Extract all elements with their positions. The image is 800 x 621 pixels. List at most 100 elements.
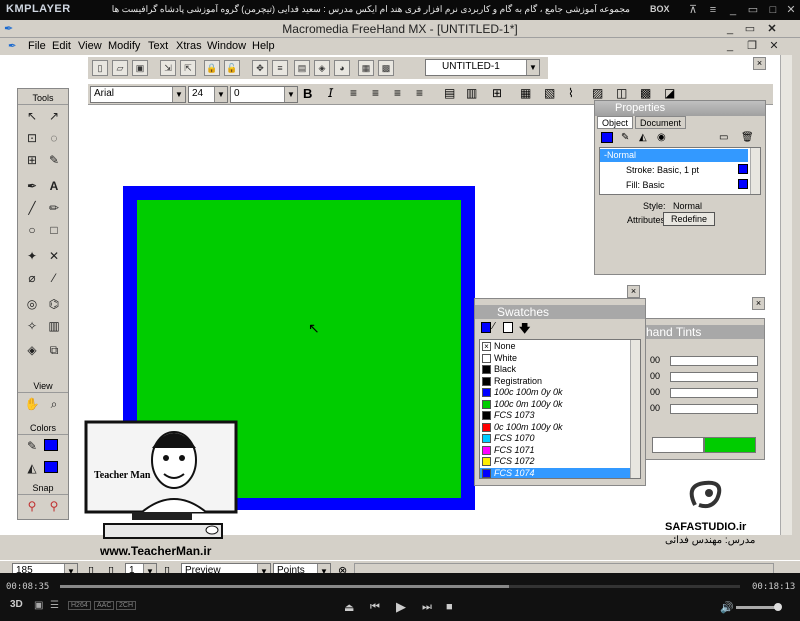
freeform-tool-icon[interactable]: ⁄	[44, 269, 64, 287]
add-effect-icon[interactable]: ◉	[657, 132, 666, 143]
lasso-tool-icon[interactable]: ◌	[44, 129, 64, 147]
menu-xtras[interactable]: Xtras	[176, 40, 202, 52]
menu-text[interactable]: Text	[148, 40, 168, 52]
zoom-tool-icon[interactable]: ⌕	[44, 395, 64, 413]
redefine-button[interactable]: Redefine	[663, 212, 715, 226]
volume-thumb[interactable]	[774, 603, 782, 611]
swatch-item[interactable]: × None	[480, 341, 630, 353]
player-restore-icon[interactable]: ▭	[746, 3, 760, 17]
justify-icon[interactable]: ≡	[416, 86, 423, 100]
xtra-tool-icon[interactable]: ✦	[22, 247, 42, 265]
mirror-tool-icon[interactable]: ✕	[44, 247, 64, 265]
scale-tool-icon[interactable]: ⊞	[22, 151, 42, 169]
chart-tool-icon[interactable]: ▥	[44, 317, 64, 335]
subselect-tool-icon[interactable]: ↗	[44, 107, 64, 125]
player-menu-icon[interactable]: ≡	[706, 3, 720, 17]
text-flow-icon[interactable]: ▤	[444, 86, 455, 100]
swatch-both-icon[interactable]	[503, 322, 513, 333]
swatch-item[interactable]: FCS 1073	[480, 410, 630, 422]
properties-title[interactable]: Properties	[595, 101, 765, 116]
lock-icon[interactable]: 🔒	[204, 60, 220, 76]
properties-close-icon[interactable]: ×	[753, 57, 766, 70]
add-stroke-icon[interactable]: ✎	[621, 132, 629, 143]
transform-icon[interactable]: ✥	[252, 60, 268, 76]
frame-icon[interactable]: ▨	[592, 86, 603, 100]
align-center-icon[interactable]: ≡	[372, 86, 379, 100]
close-icon[interactable]: ✕	[764, 22, 780, 36]
convert-text-icon[interactable]: ⊞	[492, 86, 502, 100]
bullet-icon[interactable]: ▦	[520, 86, 531, 100]
swatch-item[interactable]: FCS 1070	[480, 433, 630, 445]
swatches-icon[interactable]: ▩	[378, 60, 394, 76]
swatches-title[interactable]: Swatches	[475, 305, 645, 319]
lens-icon[interactable]: ◪	[664, 86, 675, 100]
maximize-icon[interactable]: ▭	[742, 22, 758, 36]
eject-icon[interactable]: ⏏	[344, 601, 354, 614]
page-tool-icon[interactable]: ⊡	[22, 129, 42, 147]
swatch-item[interactable]: 100c 100m 0y 0k	[480, 387, 630, 399]
knife-tool-icon[interactable]: ⌀	[22, 269, 42, 287]
styles-icon[interactable]: ◈	[314, 60, 330, 76]
seek-bar[interactable]	[60, 585, 740, 588]
connector-tool-icon[interactable]: ⧉	[44, 341, 64, 359]
properties-row-normal[interactable]: -Normal	[600, 149, 748, 162]
open-icon[interactable]: ▱	[112, 60, 128, 76]
snap-guide-icon[interactable]: ⚲	[44, 497, 64, 515]
player-maximize-icon[interactable]: □	[766, 3, 780, 17]
trace-tool-icon[interactable]: ◈	[22, 341, 42, 359]
layers-icon[interactable]: ▦	[358, 60, 374, 76]
swatch-item[interactable]: 0c 100m 100y 0k	[480, 422, 630, 434]
menu-help[interactable]: Help	[252, 40, 275, 52]
tint-base-swatch[interactable]	[652, 437, 704, 453]
spiral-tool-icon[interactable]: ◎	[22, 295, 42, 313]
swatch-stroke-icon[interactable]: ⁄	[493, 321, 495, 332]
swatch-item[interactable]: FCS 1074	[480, 467, 630, 478]
tint-slider-1[interactable]	[670, 356, 758, 366]
envelope-icon[interactable]: ▩	[640, 86, 651, 100]
add-fill-icon[interactable]: ◭	[639, 132, 647, 143]
graphic-hose-icon[interactable]: ⌬	[44, 295, 64, 313]
smudge-tool-icon[interactable]: ✧	[22, 317, 42, 335]
leading-field[interactable]: 0 ▼	[230, 86, 298, 103]
vertical-scrollbar[interactable]	[780, 55, 792, 535]
menu-edit[interactable]: Edit	[52, 40, 71, 52]
tint-result-swatch[interactable]	[704, 437, 756, 453]
font-size-select[interactable]: 24 ▼	[188, 86, 228, 103]
pencil-tool-icon[interactable]: ✏	[44, 199, 64, 217]
swatch-item[interactable]: FCS 1071	[480, 445, 630, 457]
swatches-scrollbar[interactable]	[630, 340, 640, 478]
doc-icon[interactable]: ✒	[8, 41, 22, 53]
duplicate-icon[interactable]: ▭	[719, 132, 728, 143]
3d-icon[interactable]: 3D	[10, 599, 23, 610]
volume-slider[interactable]	[736, 603, 782, 611]
fill-color-icon[interactable]: ◭	[22, 459, 42, 477]
stroke-color-swatch[interactable]	[44, 439, 58, 451]
font-select[interactable]: Arial ▼	[90, 86, 186, 103]
swatch-fill-icon[interactable]	[481, 322, 491, 333]
swatch-arrow-icon[interactable]: 🡇	[519, 320, 530, 339]
previous-icon[interactable]: ⏮	[370, 601, 380, 614]
doc-close-icon[interactable]: ✕	[766, 39, 782, 53]
bold-button[interactable]: B	[303, 86, 312, 101]
line-tool-icon[interactable]: ╱	[22, 199, 42, 217]
swatch-item[interactable]: Black	[480, 364, 630, 376]
swatch-item[interactable]: White	[480, 353, 630, 365]
tab-document[interactable]: Document	[635, 116, 687, 129]
pen-tool-icon[interactable]: ✒	[22, 177, 42, 195]
stroke-color-icon[interactable]: ✎	[22, 437, 42, 455]
export-icon[interactable]: ⇱	[180, 60, 196, 76]
menu-view[interactable]: View	[78, 40, 102, 52]
align-left-icon[interactable]: ≡	[350, 86, 357, 100]
tints-title[interactable]: hand Tints	[646, 325, 764, 339]
swatches-close-icon[interactable]: ×	[627, 285, 640, 298]
volume-icon[interactable]: 🔊	[720, 601, 734, 614]
library-icon[interactable]: ▤	[294, 60, 310, 76]
text-wrap-icon[interactable]: ▧	[544, 86, 555, 100]
columns-icon[interactable]: ▥	[466, 86, 477, 100]
document-select[interactable]: UNTITLED-1 ▼	[425, 59, 540, 76]
menu-file[interactable]: File	[28, 40, 46, 52]
player-minimize-icon[interactable]: _	[726, 3, 740, 17]
tint-slider-3[interactable]	[670, 388, 758, 398]
play-icon[interactable]: ▶	[396, 599, 406, 615]
menu-window[interactable]: Window	[207, 40, 246, 52]
